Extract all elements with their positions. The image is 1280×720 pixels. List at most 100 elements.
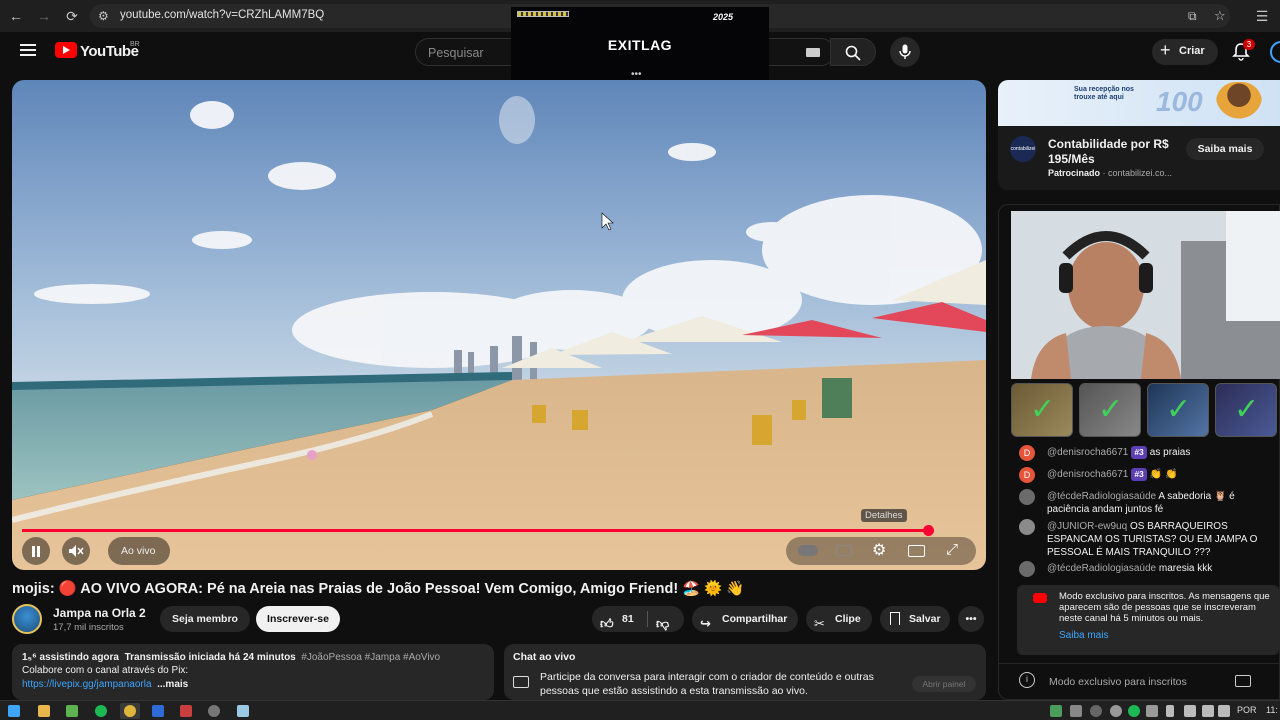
chat-message[interactable]: @JUNIOR-ew9uq OS BARRAQUEIROS ESPANCAM O… [1019,519,1279,559]
app-icon-green[interactable] [66,705,78,717]
notepad-icon[interactable] [237,705,249,717]
volume-icon[interactable] [1202,705,1214,717]
install-icon[interactable]: ⧉ [1188,9,1197,24]
members-only-notice: Modo exclusivo para inscritos. As mensag… [1017,585,1279,655]
streamer-webcam [1011,211,1280,379]
live-progress-bar[interactable] [22,529,928,532]
share-arrow-icon: ↪ [700,616,711,631]
chat-author-name[interactable]: @denisrocha6671 [1047,469,1128,480]
show-more-link[interactable]: ...mais [157,679,188,690]
save-button[interactable]: Salvar [880,606,950,632]
subtitles-icon[interactable] [836,545,852,556]
emote-check-2[interactable] [1079,383,1141,437]
chat-author-name[interactable]: @denisrocha6671 [1047,447,1128,458]
pix-link[interactable]: https://livepix.gg/jampanaorla [22,679,152,690]
open-panel-button[interactable]: Abrir painel [912,676,976,692]
chat-author-avatar[interactable] [1019,489,1035,505]
description-box[interactable]: 1₅⁶ assistindo agora Transmissão iniciad… [12,644,494,700]
members-learn-more-link[interactable]: Saiba mais [1059,630,1108,641]
autoplay-toggle[interactable] [798,545,818,556]
app-icon-blue[interactable] [152,705,164,717]
tray-icon-3[interactable] [1090,705,1102,717]
more-actions-icon[interactable]: ••• [958,606,984,632]
chat-author-name[interactable]: @técdeRadiologiasaúde [1047,491,1156,502]
description-stats: 1₅⁶ assistindo agora Transmissão iniciad… [22,652,440,663]
progress-scrubber-handle[interactable] [923,525,934,536]
tray-icon-6[interactable] [1218,705,1230,717]
clip-button[interactable]: ✂ Clipe [806,606,872,632]
theater-mode-icon[interactable] [908,545,925,557]
exitlag-year: 2025 [713,12,734,22]
chat-author-avatar[interactable]: D [1019,467,1035,483]
like-count[interactable]: 81 [622,606,634,632]
hashtags[interactable]: #JoãoPessoa #Jampa #AoVivo [301,652,440,663]
forward-arrow-icon[interactable]: → [34,6,54,26]
subscriber-count: 17,7 mil inscritos [53,622,124,633]
tray-icon-4[interactable] [1110,705,1122,717]
youtube-logo-icon[interactable] [55,42,77,58]
live-chat-description: Participe da conversa para interagir com… [540,671,874,697]
exitlag-menu-icon[interactable]: ••• [631,69,642,80]
voice-search-button[interactable] [890,37,920,67]
emote-check-4[interactable] [1215,383,1277,437]
ad-learn-more-button[interactable]: Saiba mais [1186,138,1264,160]
site-settings-icon[interactable]: ⚙ [98,9,109,23]
search-button[interactable] [830,38,876,66]
spotify-icon[interactable] [95,705,107,717]
mute-button[interactable] [62,537,90,565]
reload-icon[interactable]: ⟳ [62,6,82,26]
url-text: youtube.com/watch?v=CRZhLAMM7BQ [120,9,325,21]
emote-check-1[interactable] [1011,383,1073,437]
tray-spotify-icon[interactable] [1128,705,1140,717]
reading-list-icon[interactable]: ☰ [1252,6,1272,26]
emote-strip [1011,383,1280,439]
emote-check-3[interactable] [1147,383,1209,437]
chat-message[interactable]: D @denisrocha6671 #3 👏 👏 [1019,467,1279,483]
app-icon-red[interactable] [180,705,192,717]
super-chat-icon[interactable] [1235,675,1251,687]
file-explorer-icon[interactable] [38,705,50,717]
settings-gear-icon[interactable]: ⚙ [872,540,886,560]
windows-start-icon[interactable] [8,705,20,717]
chat-message[interactable]: @técdeRadiologiasaúde A sabedoria 🦉 é pa… [1019,489,1279,516]
pause-button[interactable] [22,537,50,565]
live-indicator[interactable]: Ao vivo [108,537,170,565]
keyboard-icon[interactable] [806,48,820,57]
bookmark-star-icon[interactable]: ☆ [1214,8,1226,24]
chat-author-name[interactable]: @JUNIOR-ew9uq [1047,521,1127,532]
clock[interactable]: 11: [1266,705,1278,715]
chat-author-name[interactable]: @técdeRadiologiasaúde [1047,563,1156,574]
language-indicator[interactable]: POR [1237,705,1257,715]
info-icon[interactable]: i [1019,672,1035,688]
like-thumb-icon[interactable]: 👍︎ [600,611,614,637]
tray-icon-1[interactable] [1050,705,1062,717]
back-arrow-icon[interactable]: ← [6,6,26,26]
channel-name[interactable]: Jampa na Orla 2 [53,606,146,620]
dislike-thumb-icon[interactable]: 👎︎ [656,611,669,637]
network-icon[interactable] [1184,705,1196,717]
video-player[interactable]: Detalhes Ao vivo ⚙ ⤢ [12,80,986,570]
ad-title[interactable]: Contabilidade por R$ 195/Mês [1048,137,1188,167]
chat-author-avatar[interactable]: D [1019,445,1035,461]
chat-author-avatar[interactable] [1019,519,1035,535]
channel-avatar[interactable] [12,604,42,634]
chat-author-avatar[interactable] [1019,561,1035,577]
sponsored-ad-card[interactable]: Sua recepção nos trouxe até aqui 100 con… [998,80,1280,190]
tray-icon-5[interactable] [1146,705,1158,717]
chat-message[interactable]: @técdeRadiologiasaúde maresia kkk [1019,561,1279,577]
menu-icon[interactable] [20,44,36,56]
account-avatar[interactable] [1270,41,1280,63]
chrome-icon[interactable] [124,705,136,717]
share-button[interactable]: ↪ Compartilhar [692,606,798,632]
ad-person-photo [1216,82,1262,126]
fullscreen-icon[interactable]: ⤢ [946,541,958,558]
tray-icon-2[interactable] [1070,705,1082,717]
chat-message[interactable]: D @denisrocha6671 #3 as praias [1019,445,1279,461]
tray-usb-icon[interactable] [1166,705,1174,717]
subscribe-button[interactable]: Inscrever-se [256,606,340,632]
ad-banner-image[interactable]: Sua recepção nos trouxe até aqui 100 [998,80,1280,126]
app-icon-gray[interactable] [208,705,220,717]
create-button[interactable]: + Criar [1152,39,1218,65]
advertiser-logo[interactable]: contabilizei [1010,136,1036,162]
join-membership-button[interactable]: Seja membro [160,606,250,632]
